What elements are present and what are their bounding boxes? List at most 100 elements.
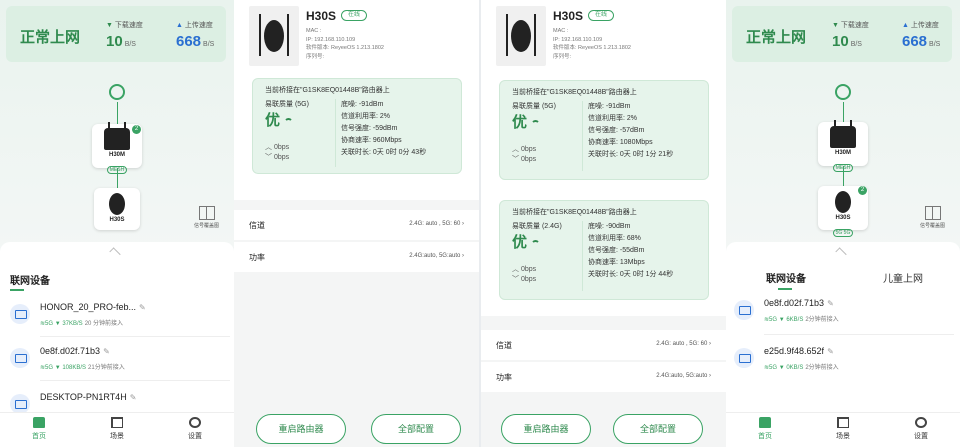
- router-h30m[interactable]: H30M MESH: [818, 120, 868, 172]
- mac-text: MAC :: [306, 28, 322, 34]
- edit-icon[interactable]: ✎: [827, 299, 834, 308]
- upload-speed: ▲ 上传速度 668 B/S: [902, 20, 940, 50]
- divider: [40, 336, 230, 337]
- floorplan-icon: [924, 206, 941, 220]
- stat: 协商速率: 13Mbps: [588, 259, 645, 266]
- signal-heatmap-button[interactable]: 信号覆盖图: [920, 206, 945, 229]
- all-config-button[interactable]: 全部配置: [613, 414, 703, 444]
- wifi-icon: [284, 118, 294, 124]
- list-item[interactable]: e25d.9f48.652f ✎ ≋5G ▼ 0KB/S 2分钟前接入: [734, 342, 954, 376]
- connect-time: 21分钟前接入: [88, 365, 125, 371]
- chevron-right-icon: ›: [462, 253, 464, 259]
- channel-row[interactable]: 信道 2.4G: auto , 5G: 60 ›: [234, 210, 479, 240]
- tab-home[interactable]: 首页: [740, 417, 790, 441]
- network-status-card[interactable]: 正常上网 ▼ 下载速度 10 B/S ▲ 上传速度 668 B/S: [732, 6, 952, 62]
- router-name: H30S: [109, 217, 125, 223]
- list-item[interactable]: HONOR_20_PRO-feb... ✎ ≋5G ▼ 37KB/S 20 分钟前接…: [10, 298, 230, 332]
- bridge-head: 当前桥接在"G1SK8EQ01448B"路由器上: [512, 209, 637, 216]
- download-speed: ▼ 下载速度 10 B/S: [106, 20, 143, 50]
- rates: ︿ 0bps ﹀ 0bps: [512, 266, 537, 283]
- edit-icon[interactable]: ✎: [130, 393, 137, 402]
- network-status-card[interactable]: 正常上网 ▼ 下载速度 10 B/S ▲ 上传速度 668 B/S: [6, 6, 226, 62]
- signal-heatmap-button[interactable]: 信号覆盖图: [194, 206, 219, 229]
- tab-child-internet[interactable]: 儿童上网: [883, 270, 923, 285]
- stat: 信号强度: -55dBm: [588, 247, 645, 254]
- download-arrow-icon: ▼: [106, 22, 113, 29]
- device-name: 0e8f.d02f.71b3: [40, 346, 101, 356]
- connect-time: 2分钟前接入: [805, 317, 839, 323]
- tab-connected-devices[interactable]: 联网设备: [766, 270, 806, 285]
- download-value: 10: [832, 33, 849, 50]
- tab-home[interactable]: 首页: [14, 417, 64, 441]
- laptop-icon: [734, 300, 754, 320]
- stat: 信号强度: -57dBm: [588, 127, 645, 134]
- status-badge: 在线: [588, 10, 615, 21]
- upload-value: 668: [176, 33, 202, 50]
- channel-row[interactable]: 信道 2.4G: auto , 5G: 60 ›: [481, 330, 726, 360]
- download-value: 10: [106, 33, 123, 50]
- link-line: [117, 102, 118, 124]
- chevron-up-icon[interactable]: [109, 247, 121, 259]
- laptop-icon: [10, 348, 30, 368]
- stat: 关联时长: 0天 0时 1分 44秒: [588, 271, 674, 278]
- router-icon: [109, 193, 125, 215]
- list-item[interactable]: 0e8f.d02f.71b3 ✎ ≋5G ▼ 108KB/S 21分钟前接入: [10, 342, 230, 376]
- edit-icon[interactable]: ✎: [827, 347, 834, 356]
- router-product-image: [496, 6, 546, 66]
- tab-scenes[interactable]: 场景: [818, 417, 868, 441]
- quality-label: 易联质量 (2.4G): [512, 223, 562, 230]
- rate-down: 0bps: [520, 276, 537, 283]
- edit-icon[interactable]: ✎: [139, 303, 146, 312]
- rate-up: 0bps: [273, 144, 290, 151]
- stat: 关联时长: 0天 0时 1分 21秒: [588, 151, 674, 158]
- quality-label: 易联质量 (5G): [265, 101, 309, 108]
- power-row[interactable]: 功率 2.4G:auto, 5G:auto ›: [234, 242, 479, 272]
- list-item[interactable]: 0e8f.d02f.71b3 ✎ ≋5G ▼ 6KB/S 2分钟前接入: [734, 294, 954, 328]
- download-label: 下载速度: [840, 22, 869, 29]
- row-key: 信道: [249, 221, 265, 230]
- internet-globe-icon: [835, 84, 851, 100]
- device-name: 0e8f.d02f.71b3: [764, 298, 825, 308]
- tab-scenes[interactable]: 场景: [92, 417, 142, 441]
- restart-router-button[interactable]: 重启路由器: [256, 414, 346, 444]
- tab-settings[interactable]: 设置: [896, 417, 946, 441]
- edit-icon[interactable]: ✎: [103, 347, 110, 356]
- router-body: [511, 20, 531, 52]
- stat: 信道利用率: 2%: [588, 115, 638, 122]
- tab-underline: [10, 289, 24, 291]
- router-h30s[interactable]: H30S: [94, 188, 140, 230]
- restart-router-button[interactable]: 重启路由器: [501, 414, 591, 444]
- upload-value: 668: [902, 33, 928, 50]
- device-count-badge: 2: [858, 186, 867, 195]
- bridge-stats: 底噪: -90dBm 信道利用率: 68% 信号强度: -55dBm 协商速率:…: [588, 221, 673, 281]
- chevron-up-icon[interactable]: [835, 247, 847, 259]
- divider: [335, 99, 336, 167]
- wifi-icon: [531, 240, 541, 246]
- ip-text: IP: 192.168.110.109: [306, 36, 356, 43]
- device-info: MAC : IP: 192.168.110.109 软件版本: ReyeeOS …: [553, 27, 631, 61]
- quality-value: 优: [512, 234, 528, 251]
- laptop-icon: [734, 348, 754, 368]
- rates: ︿ 0bps ﹀ 0bps: [265, 144, 290, 161]
- divider: [582, 221, 583, 291]
- upload-label: 上传速度: [910, 22, 939, 29]
- band: 5G: [45, 321, 54, 327]
- network-status: 正常上网: [20, 29, 81, 46]
- all-config-button[interactable]: 全部配置: [371, 414, 461, 444]
- tab-settings[interactable]: 设置: [170, 417, 220, 441]
- tab-label: 首页: [758, 433, 772, 440]
- device-speed: 6KB/S: [786, 317, 804, 323]
- row-value: 2.4G:auto, 5G:auto: [409, 253, 461, 259]
- antenna: [506, 14, 508, 56]
- wifi-icon: [531, 120, 541, 126]
- grid-icon: [111, 417, 123, 428]
- row-value: 2.4G: auto , 5G: 60: [656, 341, 708, 347]
- bridge-card-5g: 当前桥接在"G1SK8EQ01448B"路由器上 易联质量 (5G) 优 ︿ 0…: [499, 80, 709, 180]
- download-speed: ▼ 下载速度 10 B/S: [832, 20, 869, 50]
- rate-up: 0bps: [520, 146, 537, 153]
- stat: 底噪: -91dBm: [588, 103, 631, 110]
- device-speed: 0KB/S: [786, 365, 804, 371]
- row-key: 信道: [496, 341, 512, 350]
- tab-label: 设置: [914, 433, 928, 440]
- power-row[interactable]: 功率 2.4G:auto, 5G:auto ›: [481, 362, 726, 392]
